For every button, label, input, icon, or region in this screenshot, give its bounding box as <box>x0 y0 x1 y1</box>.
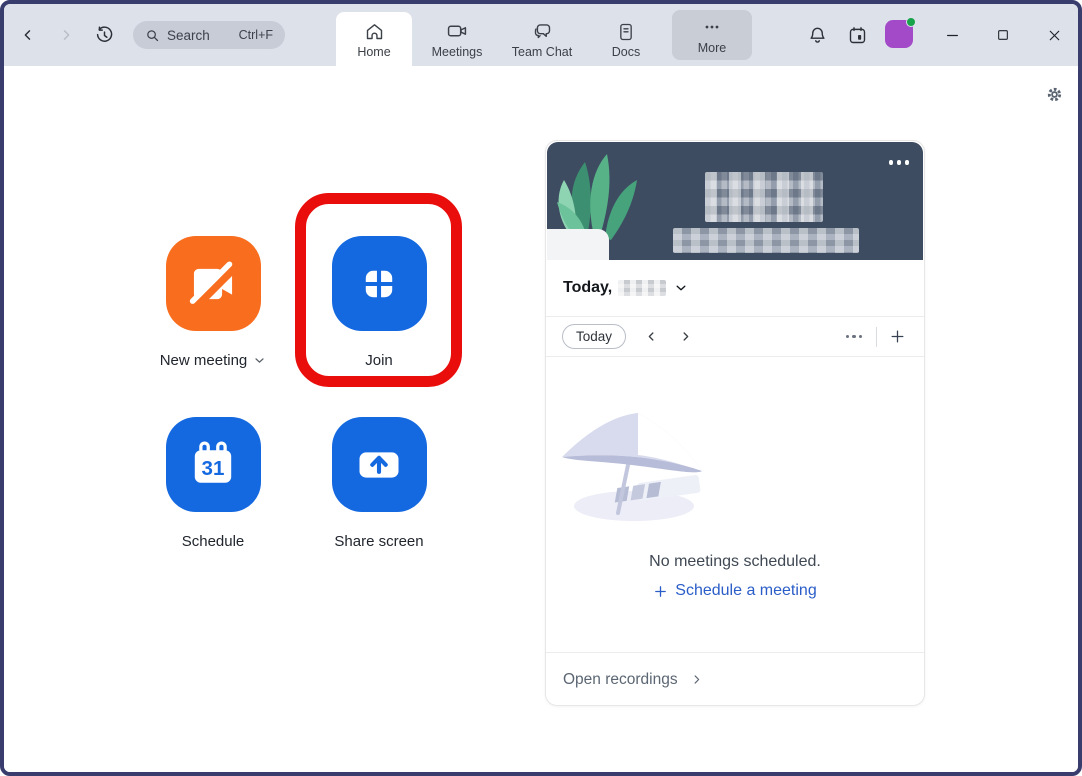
document-icon <box>616 20 636 42</box>
panel-banner <box>547 142 923 260</box>
back-button[interactable] <box>12 19 44 51</box>
action-label: New meeting <box>159 352 248 369</box>
calendar-day-number: 31 <box>202 456 225 479</box>
tab-label: Docs <box>611 44 641 59</box>
cta-label: Schedule a meeting <box>675 582 817 599</box>
chat-bubbles-icon <box>532 20 553 42</box>
tab-home[interactable]: Home <box>336 12 412 66</box>
maximize-button[interactable] <box>986 18 1020 52</box>
tab-more[interactable]: More <box>672 10 752 60</box>
today-button[interactable]: Today <box>562 324 627 349</box>
meetings-panel: Today, Today No meetings scheduled. Sche… <box>545 140 925 706</box>
beach-umbrella-illustration <box>562 413 702 521</box>
schedule-a-meeting-link[interactable]: Schedule a meeting <box>653 582 817 600</box>
toolbar-divider <box>876 326 877 347</box>
share-up-icon <box>353 439 405 491</box>
minimize-icon <box>944 27 961 44</box>
search-shortcut: Ctrl+F <box>238 28 273 42</box>
calendar-31-icon: 31 <box>187 439 239 491</box>
schedule-button[interactable]: 31 Schedule <box>123 417 303 550</box>
titlebar: Search Ctrl+F Home Meetings Team Chat Do… <box>4 4 1078 66</box>
minimize-button[interactable] <box>935 18 969 52</box>
presence-status-dot <box>906 17 916 27</box>
redacted-date-value <box>618 280 667 296</box>
calendar-icon <box>847 25 868 46</box>
video-off-icon <box>187 258 239 310</box>
search-input[interactable]: Search Ctrl+F <box>133 21 285 49</box>
redacted-date-text <box>673 228 859 253</box>
plant-illustration <box>547 154 637 260</box>
notifications-button[interactable] <box>802 20 832 50</box>
settings-button[interactable] <box>1042 82 1066 106</box>
action-label: Schedule <box>181 533 245 550</box>
home-view: New meeting Join 31 Schedule Share scree… <box>4 66 1078 772</box>
search-placeholder: Search <box>167 27 210 43</box>
tab-meetings[interactable]: Meetings <box>420 12 494 66</box>
ellipsis-icon <box>702 16 722 38</box>
gear-icon <box>1045 85 1064 104</box>
prev-day-button[interactable] <box>636 323 666 351</box>
search-icon <box>145 28 160 43</box>
bell-icon <box>807 25 828 46</box>
tab-label: Team Chat <box>511 44 573 59</box>
tab-team-chat[interactable]: Team Chat <box>502 12 582 66</box>
action-label: Join <box>365 352 393 369</box>
more-options-button[interactable] <box>842 329 867 345</box>
banner-more-button[interactable] <box>888 160 909 165</box>
chevron-left-icon <box>19 26 37 44</box>
plus-icon <box>653 584 668 599</box>
chevron-down-icon <box>253 354 266 367</box>
redacted-time-text <box>705 172 823 222</box>
join-button[interactable]: Join <box>289 236 469 369</box>
share-screen-button[interactable]: Share screen <box>289 417 469 550</box>
plus-square-icon <box>353 258 405 310</box>
empty-state: No meetings scheduled. Schedule a meetin… <box>546 357 924 652</box>
empty-message: No meetings scheduled. <box>649 553 821 570</box>
next-day-button[interactable] <box>670 323 700 351</box>
avatar[interactable] <box>885 17 916 48</box>
zoom-window: Search Ctrl+F Home Meetings Team Chat Do… <box>0 0 1082 776</box>
open-recordings-link[interactable]: Open recordings <box>546 652 924 705</box>
chevron-right-icon <box>690 673 703 686</box>
add-meeting-button[interactable] <box>887 326 908 347</box>
tab-docs[interactable]: Docs <box>594 12 658 66</box>
home-icon <box>364 20 385 42</box>
tab-label: Meetings <box>431 44 483 59</box>
tab-label: Home <box>357 44 391 59</box>
history-clock-icon <box>94 25 115 46</box>
calendar-toolbar: Today <box>546 316 924 357</box>
close-button[interactable] <box>1037 18 1071 52</box>
close-icon <box>1046 27 1063 44</box>
forward-button[interactable] <box>50 19 82 51</box>
calendar-tray-button[interactable] <box>842 20 872 50</box>
maximize-icon <box>995 27 1011 43</box>
date-row[interactable]: Today, <box>546 260 924 316</box>
action-label: Share screen <box>334 533 424 550</box>
new-meeting-button[interactable]: New meeting <box>123 236 303 369</box>
tab-label: More <box>697 40 727 55</box>
today-date-label: Today, <box>563 279 613 296</box>
history-button[interactable] <box>88 19 120 51</box>
chevron-down-icon <box>674 281 688 295</box>
footer-label: Open recordings <box>563 670 678 688</box>
meetings-video-icon <box>446 20 468 42</box>
chevron-right-icon <box>57 26 75 44</box>
